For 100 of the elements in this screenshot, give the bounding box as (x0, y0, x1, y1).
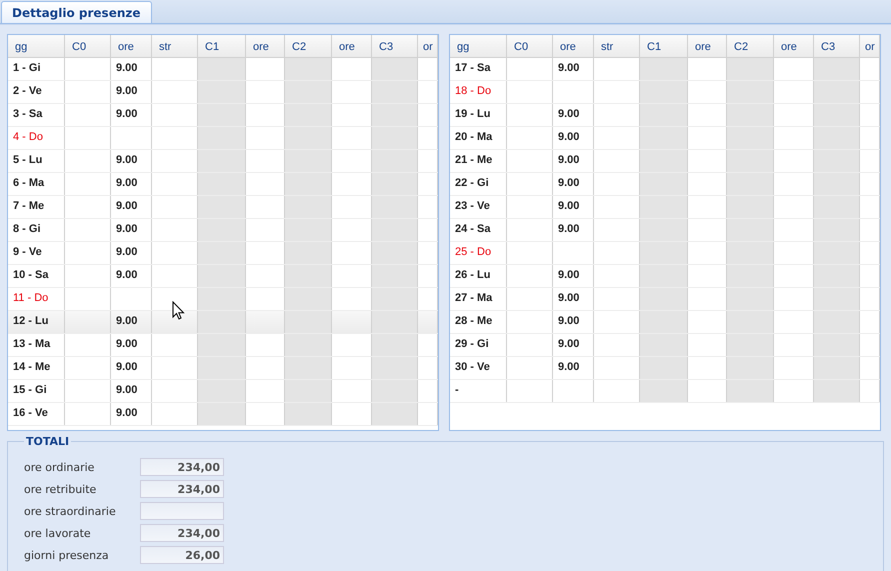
table-row[interactable]: 19 - Lu 9.00 (450, 104, 880, 127)
table-cell: 1 - Gi (8, 58, 65, 80)
table-cell: 21 - Me (450, 150, 507, 172)
table-row[interactable]: 22 - Gi 9.00 (450, 173, 880, 196)
total-field[interactable]: 234,00 (140, 480, 224, 498)
table-row[interactable]: 28 - Me 9.00 (450, 311, 880, 334)
column-header[interactable]: C2 (285, 35, 332, 57)
table-cell: 15 - Gi (8, 380, 65, 402)
table-cell: 9.00 (553, 58, 594, 80)
table-row[interactable]: 8 - Gi 9.00 (8, 219, 438, 242)
table-row[interactable]: 13 - Ma 9.00 (8, 334, 438, 357)
table-row[interactable]: 23 - Ve 9.00 (450, 196, 880, 219)
totals-title: TOTALI (25, 435, 70, 448)
table-row[interactable]: 3 - Sa 9.00 (8, 104, 438, 127)
table-cell: 2 - Ve (8, 81, 65, 103)
table-cell: 9.00 (111, 219, 152, 241)
total-field[interactable] (140, 502, 224, 520)
total-field[interactable]: 234,00 (140, 524, 224, 542)
column-header[interactable]: ore (332, 35, 372, 57)
table-cell: 5 - Lu (8, 150, 65, 172)
table-cell: 9.00 (553, 288, 594, 310)
table-row[interactable]: 14 - Me 9.00 (8, 357, 438, 380)
table-row[interactable]: 2 - Ve 9.00 (8, 81, 438, 104)
total-field[interactable]: 234,00 (140, 458, 224, 476)
column-header[interactable]: str (594, 35, 640, 57)
table-row[interactable]: 26 - Lu 9.00 (450, 265, 880, 288)
table-cell: 12 - Lu (8, 311, 65, 333)
table-row[interactable]: 1 - Gi 9.00 (8, 58, 438, 81)
table-cell: 9.00 (111, 242, 152, 264)
table-cell: 9.00 (553, 150, 594, 172)
table-row[interactable]: 24 - Sa 9.00 (450, 219, 880, 242)
table-row[interactable]: 12 - Lu 9.00 (8, 311, 438, 334)
table-cell: 28 - Me (450, 311, 507, 333)
table-row[interactable]: 25 - Do (450, 242, 880, 265)
table-row[interactable]: 10 - Sa 9.00 (8, 265, 438, 288)
table-cell: 9.00 (111, 173, 152, 195)
table-cell: 20 - Ma (450, 127, 507, 149)
column-header[interactable]: C1 (198, 35, 246, 57)
column-header[interactable]: gg (450, 35, 507, 57)
column-header[interactable]: gg (8, 35, 65, 57)
table-row[interactable]: 18 - Do (450, 81, 880, 104)
table-cell: 7 - Me (8, 196, 65, 218)
table-row[interactable]: 7 - Me 9.00 (8, 196, 438, 219)
table-cell: 9.00 (111, 311, 152, 333)
column-header[interactable]: ore (111, 35, 152, 57)
column-header[interactable]: C1 (640, 35, 688, 57)
table-cell: 8 - Gi (8, 219, 65, 241)
field-label: giorni presenza (24, 548, 110, 562)
table-row[interactable]: 30 - Ve 9.00 (450, 357, 880, 380)
tab[interactable]: Dettaglio presenze (1, 1, 152, 23)
table-cell: 19 - Lu (450, 104, 507, 126)
table-cell: 24 - Sa (450, 219, 507, 241)
table-row[interactable]: 6 - Ma 9.00 (8, 173, 438, 196)
table-cell: 9.00 (111, 403, 152, 425)
column-header[interactable]: C3 (814, 35, 860, 57)
column-header[interactable]: ore (688, 35, 727, 57)
table-cell: 9.00 (553, 196, 594, 218)
table-row[interactable]: 20 - Ma 9.00 (450, 127, 880, 150)
table-cell: 30 - Ve (450, 357, 507, 379)
total-field[interactable]: 26,00 (140, 546, 224, 564)
table-cell: 9.00 (553, 311, 594, 333)
table-cell: 29 - Gi (450, 334, 507, 356)
table-cell: 9.00 (553, 219, 594, 241)
table-row[interactable]: 29 - Gi 9.00 (450, 334, 880, 357)
column-header[interactable]: C0 (65, 35, 111, 57)
table-cell: 13 - Ma (8, 334, 65, 356)
column-header[interactable]: ore (246, 35, 285, 57)
field-label: ore ordinarie (24, 460, 96, 474)
table-cell: 9.00 (111, 104, 152, 126)
table-cell: 9.00 (553, 334, 594, 356)
table-cell: 18 - Do (450, 81, 507, 103)
table-row[interactable]: 27 - Ma 9.00 (450, 288, 880, 311)
table-cell: 9.00 (111, 334, 152, 356)
pointer-icon (172, 301, 185, 321)
table-row[interactable]: 21 - Me 9.00 (450, 150, 880, 173)
table-cell: 9.00 (111, 196, 152, 218)
table-row[interactable]: - (450, 380, 880, 403)
table-row[interactable]: 5 - Lu 9.00 (8, 150, 438, 173)
column-header[interactable]: or (418, 35, 438, 57)
table-cell: 9.00 (111, 265, 152, 287)
column-header[interactable]: or (860, 35, 880, 57)
field-label: ore straordinarie (24, 504, 117, 518)
column-header[interactable]: C0 (507, 35, 553, 57)
column-header[interactable]: ore (553, 35, 594, 57)
table-row[interactable]: 4 - Do (8, 127, 438, 150)
table-cell: 6 - Ma (8, 173, 65, 195)
table-cell: 9 - Ve (8, 242, 65, 264)
table-row[interactable]: 15 - Gi 9.00 (8, 380, 438, 403)
column-header[interactable]: C2 (727, 35, 774, 57)
table-row[interactable]: 9 - Ve 9.00 (8, 242, 438, 265)
table-cell: 27 - Ma (450, 288, 507, 310)
table-cell: 9.00 (553, 127, 594, 149)
table-cell: 16 - Ve (8, 403, 65, 425)
table-row[interactable]: 17 - Sa 9.00 (450, 58, 880, 81)
column-header[interactable]: C3 (372, 35, 418, 57)
table-row[interactable]: 16 - Ve 9.00 (8, 403, 438, 426)
column-header[interactable]: str (152, 35, 198, 57)
table-cell: 9.00 (111, 380, 152, 402)
table-cell: 3 - Sa (8, 104, 65, 126)
column-header[interactable]: ore (774, 35, 814, 57)
